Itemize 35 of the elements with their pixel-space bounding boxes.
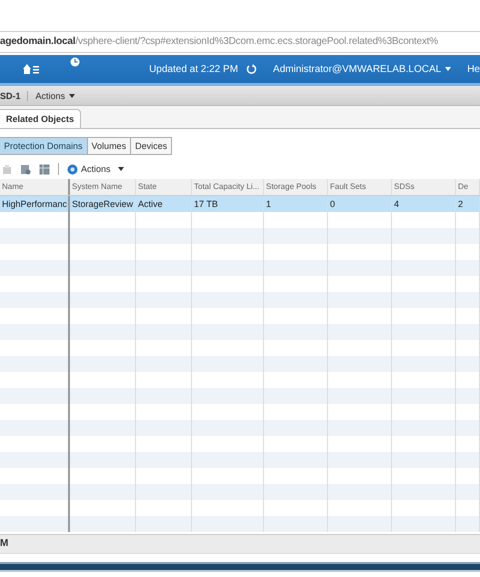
caret-icon <box>445 66 452 71</box>
table-cell: 0 <box>328 196 392 212</box>
column-header[interactable]: Fault Sets <box>328 179 392 195</box>
status-bar: M <box>0 535 480 554</box>
table-icon[interactable] <box>39 164 50 174</box>
column-header[interactable]: System Name <box>70 179 136 195</box>
address-bar-url[interactable]: agedomain.local/vsphere-client/?csp#extensionId%3Dcom.emc.ecs.storagePool.related%3Bcontext% <box>0 32 480 53</box>
table-cell: 4 <box>392 196 456 212</box>
table-cell: Active <box>136 196 192 212</box>
table-cell: HighPerformanc <box>0 196 70 212</box>
table-cell: 17 TB <box>192 196 264 212</box>
object-name: SD-1 <box>0 90 28 100</box>
table-cell: 1 <box>264 196 328 212</box>
column-header[interactable]: State <box>136 179 192 195</box>
column-header[interactable]: SDSs <box>392 179 456 195</box>
clock-icon[interactable] <box>70 57 80 67</box>
user-menu[interactable]: Administrator@VMWARELAB.LOCAL <box>273 64 452 74</box>
actions-menu[interactable]: Actions <box>28 90 84 100</box>
table-row[interactable]: HighPerformanc StorageReview Active 17 TB 1 0 4 2 <box>0 196 480 212</box>
tab[interactable]: Related Objects <box>0 109 82 128</box>
column-header[interactable]: De <box>456 179 480 195</box>
sub-tab[interactable]: Protection Domains <box>0 137 88 155</box>
home-menu-icon[interactable] <box>22 63 40 75</box>
refresh-icon[interactable] <box>246 64 258 74</box>
table-cell: StorageReview <box>70 196 136 212</box>
caret-icon <box>118 167 124 171</box>
sub-tab[interactable]: Volumes <box>88 137 132 155</box>
column-header[interactable]: Total Capacity Li... <box>192 179 264 195</box>
column-header[interactable]: Storage Pools <box>264 179 328 195</box>
caret-icon <box>69 94 76 98</box>
actions-menu[interactable]: Actions <box>67 164 124 174</box>
sub-tab[interactable]: Devices <box>131 137 172 155</box>
updated-time: Updated at 2:22 PM <box>149 64 238 74</box>
help-menu[interactable]: He <box>467 64 480 74</box>
table-cell: 2 <box>456 196 480 212</box>
